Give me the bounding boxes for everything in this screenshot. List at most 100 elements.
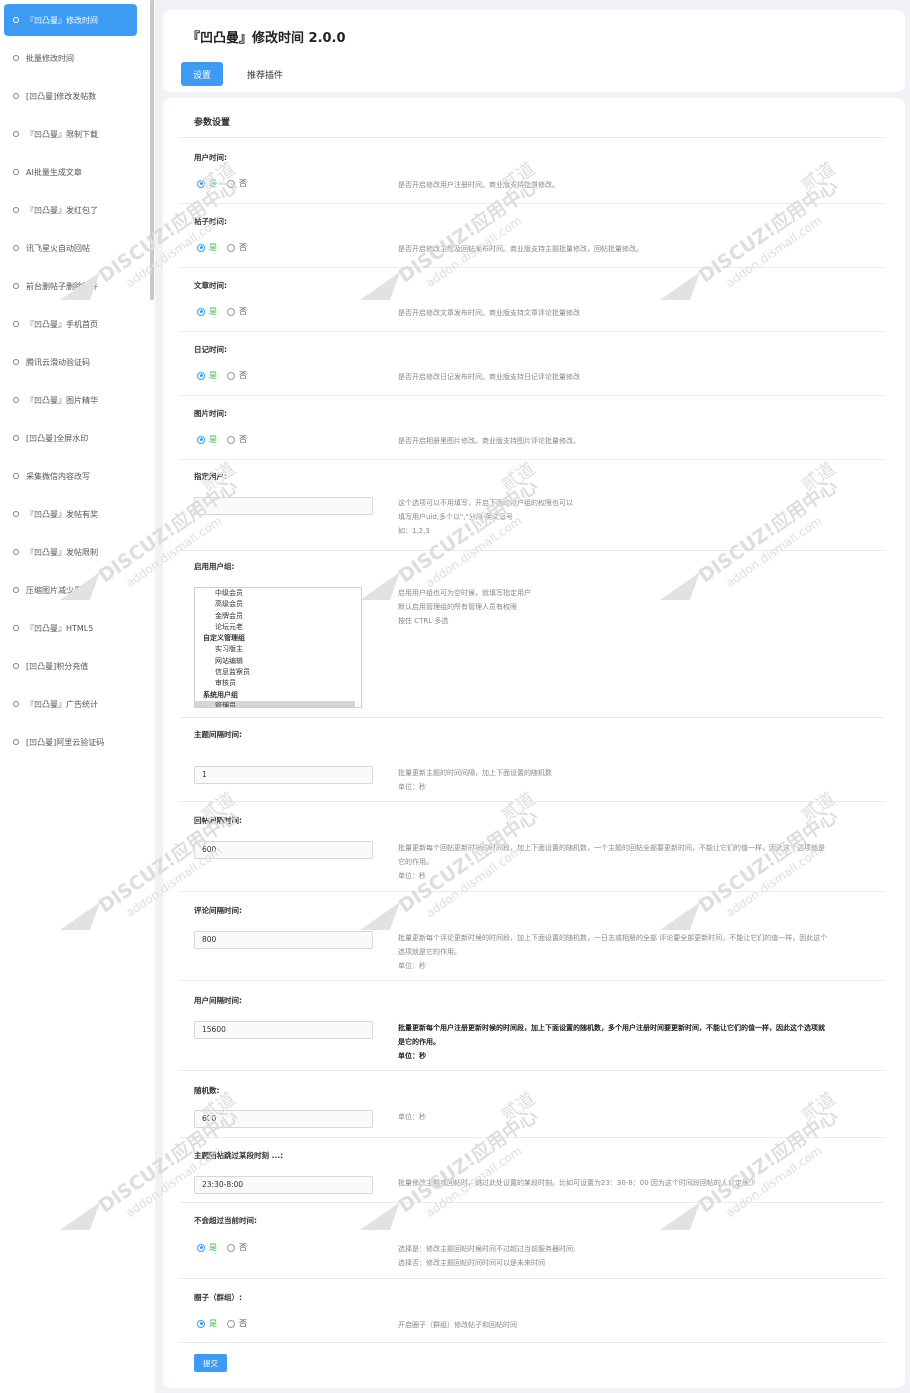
tab-recommended-plugins[interactable]: 推荐插件 xyxy=(241,62,289,86)
thread-interval-input[interactable]: 1 xyxy=(194,766,373,784)
radio-yes[interactable] xyxy=(197,1243,205,1252)
select-option[interactable]: 中级会员 xyxy=(195,588,361,599)
sidebar-item-label: [凹凸曼]积分充值 xyxy=(26,661,89,671)
sidebar-item[interactable]: 『凹凸曼』手机首页 xyxy=(4,308,137,340)
divider xyxy=(179,717,885,718)
sidebar-item-label: 『凹凸曼』发红包了 xyxy=(26,205,98,215)
user-time-label: 用户时间: xyxy=(194,153,227,162)
random-input[interactable]: 600 xyxy=(194,1110,373,1128)
sidebar-item-label: 前台删帖子删除附件 xyxy=(26,281,98,291)
sidebar-item[interactable]: [凹凸曼]积分充值 xyxy=(4,650,137,682)
circle-bullet-icon xyxy=(13,169,19,175)
image-time-radio: 是 否 xyxy=(197,434,247,445)
sidebar-item-label: 『凹凸曼』发帖有奖 xyxy=(26,509,98,519)
enable-groups-label: 启用用户组: xyxy=(194,562,235,571)
divider xyxy=(179,801,885,802)
sidebar-item[interactable]: 采集微信内容改写 xyxy=(4,460,137,492)
circle-bullet-icon xyxy=(13,207,19,213)
divider xyxy=(179,1278,885,1279)
sidebar-item-label: AI批量生成文章 xyxy=(26,167,82,177)
radio-yes[interactable] xyxy=(197,435,205,444)
circle-bullet-icon xyxy=(13,93,19,99)
radio-no[interactable] xyxy=(227,435,235,444)
divider xyxy=(179,395,885,396)
divider xyxy=(179,137,885,138)
radio-no[interactable] xyxy=(227,179,235,188)
submit-button[interactable]: 提交 xyxy=(194,1354,227,1372)
sidebar-item[interactable]: [凹凸曼]修改发帖数 xyxy=(4,80,137,112)
thread-interval-help: 批量更新主题的时间间隔，加上下面设置的随机数 单位：秒 xyxy=(398,769,552,791)
user-interval-input[interactable]: 15600 xyxy=(194,1021,373,1039)
radio-no[interactable] xyxy=(227,371,235,380)
circle-bullet-icon xyxy=(13,397,19,403)
select-option[interactable]: 网站编辑 xyxy=(195,656,361,667)
divider xyxy=(179,267,885,268)
select-option[interactable]: 金牌会员 xyxy=(195,611,361,622)
sidebar-item[interactable]: 『凹凸曼』发帖有奖 xyxy=(4,498,137,530)
circle-bullet-icon xyxy=(13,17,19,23)
radio-yes[interactable] xyxy=(197,371,205,380)
settings-panel: 参数设置 用户时间: 是 否 是否开启修改用户注册时间。商业版支持批量修改。 帖… xyxy=(163,98,905,1388)
post-time-help: 是否开启修改主题及回帖发布时间。商业版支持主题批量修改，回帖批量修改。 xyxy=(398,245,643,253)
circle-bullet-icon xyxy=(13,55,19,61)
tab-settings[interactable]: 设置 xyxy=(181,62,223,86)
sidebar-item-label: 『凹凸曼』限制下载 xyxy=(26,129,98,139)
radio-yes[interactable] xyxy=(197,179,205,188)
reply-interval-input[interactable]: 600 xyxy=(194,841,373,859)
circle-radio: 是 否 xyxy=(197,1318,247,1329)
skip-period-input[interactable]: 23:30-8:00 xyxy=(194,1176,373,1194)
circle-bullet-icon xyxy=(13,131,19,137)
thread-interval-label: 主题间隔时间: xyxy=(194,730,242,739)
sidebar-item-label: 『凹凸曼』手机首页 xyxy=(26,319,98,329)
radio-yes[interactable] xyxy=(197,307,205,316)
select-option[interactable]: 管理员 xyxy=(195,700,355,707)
sidebar-item[interactable]: 『凹凸曼』修改时间 xyxy=(4,4,137,36)
sidebar-item[interactable]: AI批量生成文章 xyxy=(4,156,137,188)
comment-interval-input[interactable]: 800 xyxy=(194,931,373,949)
radio-no[interactable] xyxy=(227,307,235,316)
circle-bullet-icon xyxy=(13,473,19,479)
sidebar-item-label: 压缩图片减少费用 xyxy=(26,585,90,595)
sidebar-item[interactable]: 『凹凸曼』发帖限制 xyxy=(4,536,137,568)
circle-bullet-icon xyxy=(13,587,19,593)
select-option[interactable]: 信息监察员 xyxy=(195,667,361,678)
sidebar-item[interactable]: 『凹凸曼』图片精华 xyxy=(4,384,137,416)
divider xyxy=(179,203,885,204)
assign-users-input[interactable] xyxy=(194,497,373,515)
sidebar-item[interactable]: [凹凸曼]阿里云验证码 xyxy=(4,726,137,758)
divider xyxy=(179,550,885,551)
sidebar-item[interactable]: [凹凸曼]全屏水印 xyxy=(4,422,137,454)
user-groups-select[interactable]: 中级会员 高级会员 金牌会员 论坛元老 自定义管理组 实习版主 网站编辑 信息监察员 审核员 系统… xyxy=(194,587,362,708)
select-option[interactable]: 高级会员 xyxy=(195,599,361,610)
diary-time-help: 是否开启修改日记发布时间。商业版支持日记评论批量修改 xyxy=(398,373,580,381)
sidebar-item[interactable]: 前台删帖子删除附件 xyxy=(4,270,137,302)
sidebar-item[interactable]: 『凹凸曼』限制下载 xyxy=(4,118,137,150)
reply-interval-help: 批量更新每个回帖更新时候的时间段，加上下面设置的随机数，一个主题的回帖全部要更新… xyxy=(398,844,825,880)
sidebar-item[interactable]: 『凹凸曼』广告统计 xyxy=(4,688,137,720)
select-option[interactable]: 实习版主 xyxy=(195,644,361,655)
sidebar-item[interactable]: 压缩图片减少费用 xyxy=(4,574,137,606)
circle-help: 开启圈子（群组）修改帖子和回帖时间 xyxy=(398,1321,517,1329)
sidebar-scrollbar[interactable] xyxy=(150,0,154,300)
circle-bullet-icon xyxy=(13,321,19,327)
radio-yes[interactable] xyxy=(197,1319,205,1328)
post-time-label: 帖子时间: xyxy=(194,217,227,226)
not-exceed-label: 不会超过当前时间: xyxy=(194,1216,257,1225)
radio-yes[interactable] xyxy=(197,243,205,252)
divider xyxy=(179,891,885,892)
sidebar-item[interactable]: 『凹凸曼』HTML5 xyxy=(4,612,137,644)
circle-bullet-icon xyxy=(13,283,19,289)
circle-bullet-icon xyxy=(13,701,19,707)
comment-interval-label: 评论间隔时间: xyxy=(194,906,242,915)
circle-bullet-icon xyxy=(13,663,19,669)
sidebar-item[interactable]: 讯飞星火自动回帖 xyxy=(4,232,137,264)
radio-no[interactable] xyxy=(227,1319,235,1328)
select-option[interactable]: 审核员 xyxy=(195,678,361,689)
sidebar-item[interactable]: 腾讯云滑动验证码 xyxy=(4,346,137,378)
article-time-help: 是否开启修改文章发布时间。商业版支持文章评论批量修改 xyxy=(398,309,580,317)
select-option[interactable]: 论坛元老 xyxy=(195,622,361,633)
sidebar-item[interactable]: 批量修改时间 xyxy=(4,42,137,74)
sidebar-item[interactable]: 『凹凸曼』发红包了 xyxy=(4,194,137,226)
radio-no[interactable] xyxy=(227,243,235,252)
radio-no[interactable] xyxy=(227,1243,235,1252)
